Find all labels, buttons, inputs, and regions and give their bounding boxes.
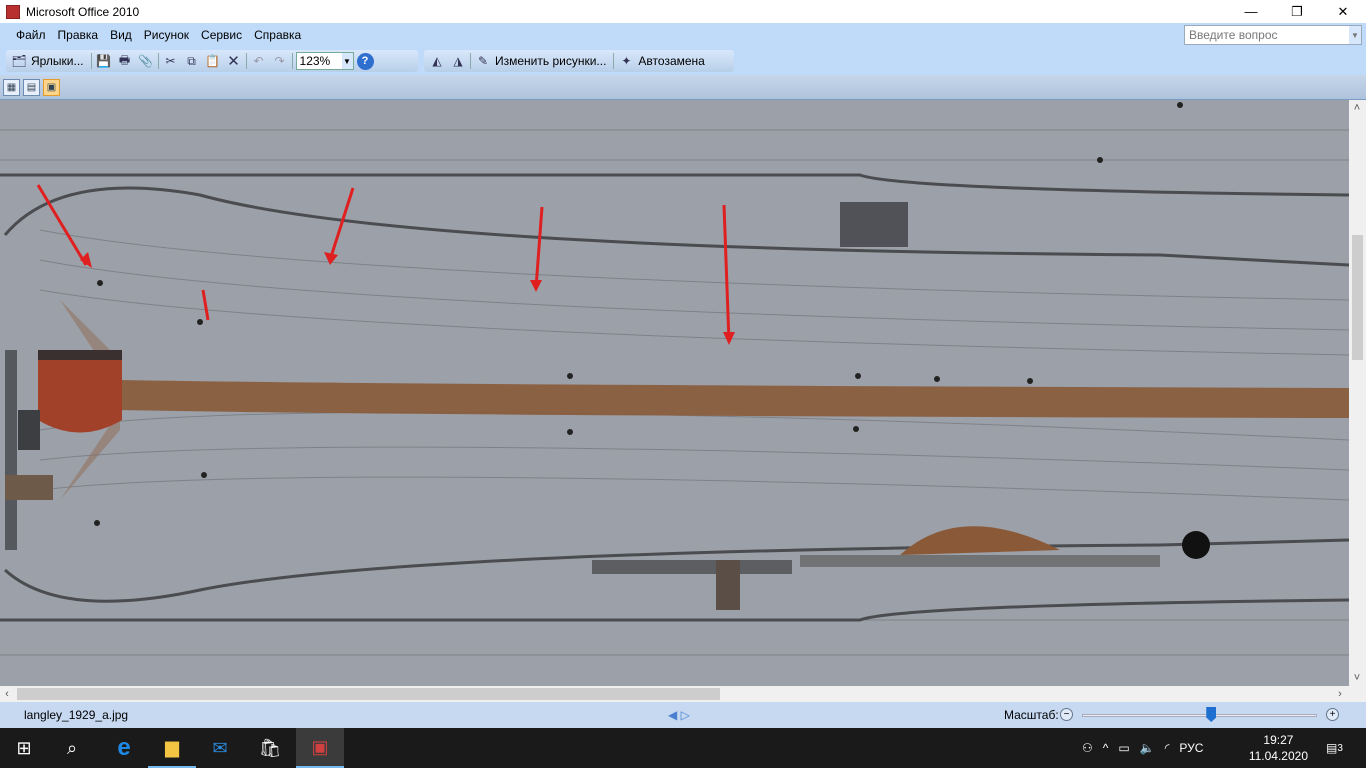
scroll-down-icon[interactable]: ˅ — [1350, 670, 1364, 686]
battery-icon[interactable]: ▭ — [1118, 741, 1129, 755]
ask-placeholder: Введите вопрос — [1189, 28, 1278, 42]
zoom-in-icon[interactable]: + — [1326, 708, 1339, 721]
zoom-select[interactable]: 123% ▼ — [295, 52, 354, 70]
undo-icon[interactable]: ↶ — [250, 52, 268, 70]
cut-icon[interactable]: ✂ — [162, 52, 180, 70]
rotate-right-icon[interactable]: ◮ — [449, 52, 467, 70]
picture-manager-taskbar-icon[interactable]: ▣ — [296, 728, 344, 768]
restore-button[interactable]: ❐ — [1274, 0, 1320, 23]
mail-icon[interactable]: ✉ — [196, 728, 244, 768]
hull-texture-image — [0, 100, 1349, 686]
print-icon[interactable]: 🖶 — [116, 52, 134, 70]
filmstrip-view-icon[interactable]: ▤ — [23, 78, 40, 96]
date: 11.04.2020 — [1248, 749, 1308, 763]
menu-bar: Файл Правка Вид Рисунок Сервис Справка В… — [0, 23, 1366, 47]
volume-icon[interactable]: 🔈 — [1140, 741, 1155, 755]
taskbar: ⊞ ⌕ e ▆ ✉ 🛍 ▣ ⚇ ^ ▭ 🔈 ◜ РУС 19:27 11.04.… — [0, 728, 1366, 768]
notification-count: 3 — [1337, 742, 1343, 754]
zoom-label: Масштаб: — [1004, 708, 1059, 722]
language-indicator[interactable]: РУС — [1179, 741, 1203, 755]
people-icon[interactable]: ⚇ — [1082, 741, 1093, 755]
vertical-scroll-thumb[interactable] — [1352, 235, 1363, 360]
thumbnails-view-icon[interactable]: ▦ — [3, 78, 20, 96]
app-icon — [6, 4, 20, 19]
rotate-left-icon[interactable]: ◭ — [428, 52, 446, 70]
delete-icon[interactable]: ✕ — [225, 52, 243, 70]
show-hidden-icons[interactable]: ^ — [1103, 741, 1109, 755]
chevron-down-icon[interactable]: ▼ — [341, 53, 353, 69]
store-icon[interactable]: 🛍 — [246, 728, 294, 768]
attach-icon[interactable]: 📎 — [137, 52, 155, 70]
horizontal-scrollbar[interactable]: ‹ › — [0, 686, 1366, 702]
minimize-button[interactable]: — — [1228, 0, 1274, 23]
status-bar: langley_1929_a.jpg ◀ ▷ Масштаб: − + — [0, 702, 1366, 728]
clock[interactable]: 19:27 11.04.2020 — [1249, 732, 1308, 764]
help-icon[interactable]: ? — [356, 52, 374, 70]
close-button[interactable]: ✕ — [1320, 0, 1366, 23]
zoom-slider[interactable] — [1082, 714, 1317, 717]
zoom-out-icon[interactable]: − — [1060, 708, 1073, 721]
menu-tools[interactable]: Сервис — [201, 28, 242, 42]
vertical-scrollbar[interactable]: ˄ ˅ — [1349, 100, 1366, 686]
zoom-value: 123% — [299, 54, 331, 68]
save-icon[interactable]: 💾 — [95, 52, 113, 70]
menu-picture[interactable]: Рисунок — [144, 28, 189, 42]
search-icon[interactable]: ⌕ — [48, 728, 96, 768]
edit-pictures-button[interactable]: Изменить рисунки... — [495, 54, 606, 68]
single-picture-view-icon[interactable]: ▣ — [43, 78, 60, 96]
start-icon[interactable]: ⊞ — [0, 728, 48, 768]
shortcuts-button[interactable]: Ярлыки... — [31, 54, 84, 68]
autocorrect-button[interactable]: Автозамена — [638, 54, 704, 68]
notifications-icon[interactable]: ▤ 3 — [1326, 728, 1343, 768]
file-name: langley_1929_a.jpg — [24, 708, 129, 722]
scroll-up-icon[interactable]: ˄ — [1350, 100, 1364, 116]
autocorrect-icon[interactable]: ✦ — [617, 52, 635, 70]
redo-icon[interactable]: ↷ — [271, 52, 289, 70]
menu-view[interactable]: Вид — [110, 28, 132, 42]
menu-edit[interactable]: Правка — [58, 28, 99, 42]
view-bar: ▦ ▤ ▣ — [0, 75, 1366, 100]
picture-canvas[interactable] — [0, 100, 1349, 686]
scroll-right-icon[interactable]: › — [1333, 686, 1347, 702]
chevron-down-icon[interactable]: ▼ — [1349, 26, 1361, 44]
edge-icon[interactable]: e — [100, 728, 148, 768]
ask-question-input[interactable]: Введите вопрос ▼ — [1184, 25, 1362, 45]
horizontal-scroll-thumb[interactable] — [17, 688, 720, 700]
menu-file[interactable]: Файл — [16, 28, 46, 42]
title-bar: Microsoft Office 2010 — ❐ ✕ — [0, 0, 1366, 23]
file-explorer-icon[interactable]: ▆ — [148, 728, 196, 768]
menu-help[interactable]: Справка — [254, 28, 301, 42]
copy-icon[interactable]: ⧉ — [183, 52, 201, 70]
wifi-icon[interactable]: ◜ — [1165, 741, 1170, 755]
prev-next-picture-icons[interactable]: ◀ ▷ — [668, 708, 690, 722]
zoom-slider-handle[interactable] — [1206, 707, 1217, 722]
toolbar: 🗂 Ярлыки... 💾 🖶 📎 ✂ ⧉ 📋 ✕ ↶ ↷ 123% ▼ ? ◭ … — [0, 47, 1366, 75]
edit-pictures-icon[interactable]: ✎ — [474, 52, 492, 70]
window-title: Microsoft Office 2010 — [26, 4, 140, 19]
scroll-left-icon[interactable]: ‹ — [0, 686, 14, 702]
paste-icon[interactable]: 📋 — [204, 52, 222, 70]
time: 19:27 — [1263, 733, 1294, 747]
shortcuts-icon[interactable]: 🗂 — [10, 52, 28, 70]
